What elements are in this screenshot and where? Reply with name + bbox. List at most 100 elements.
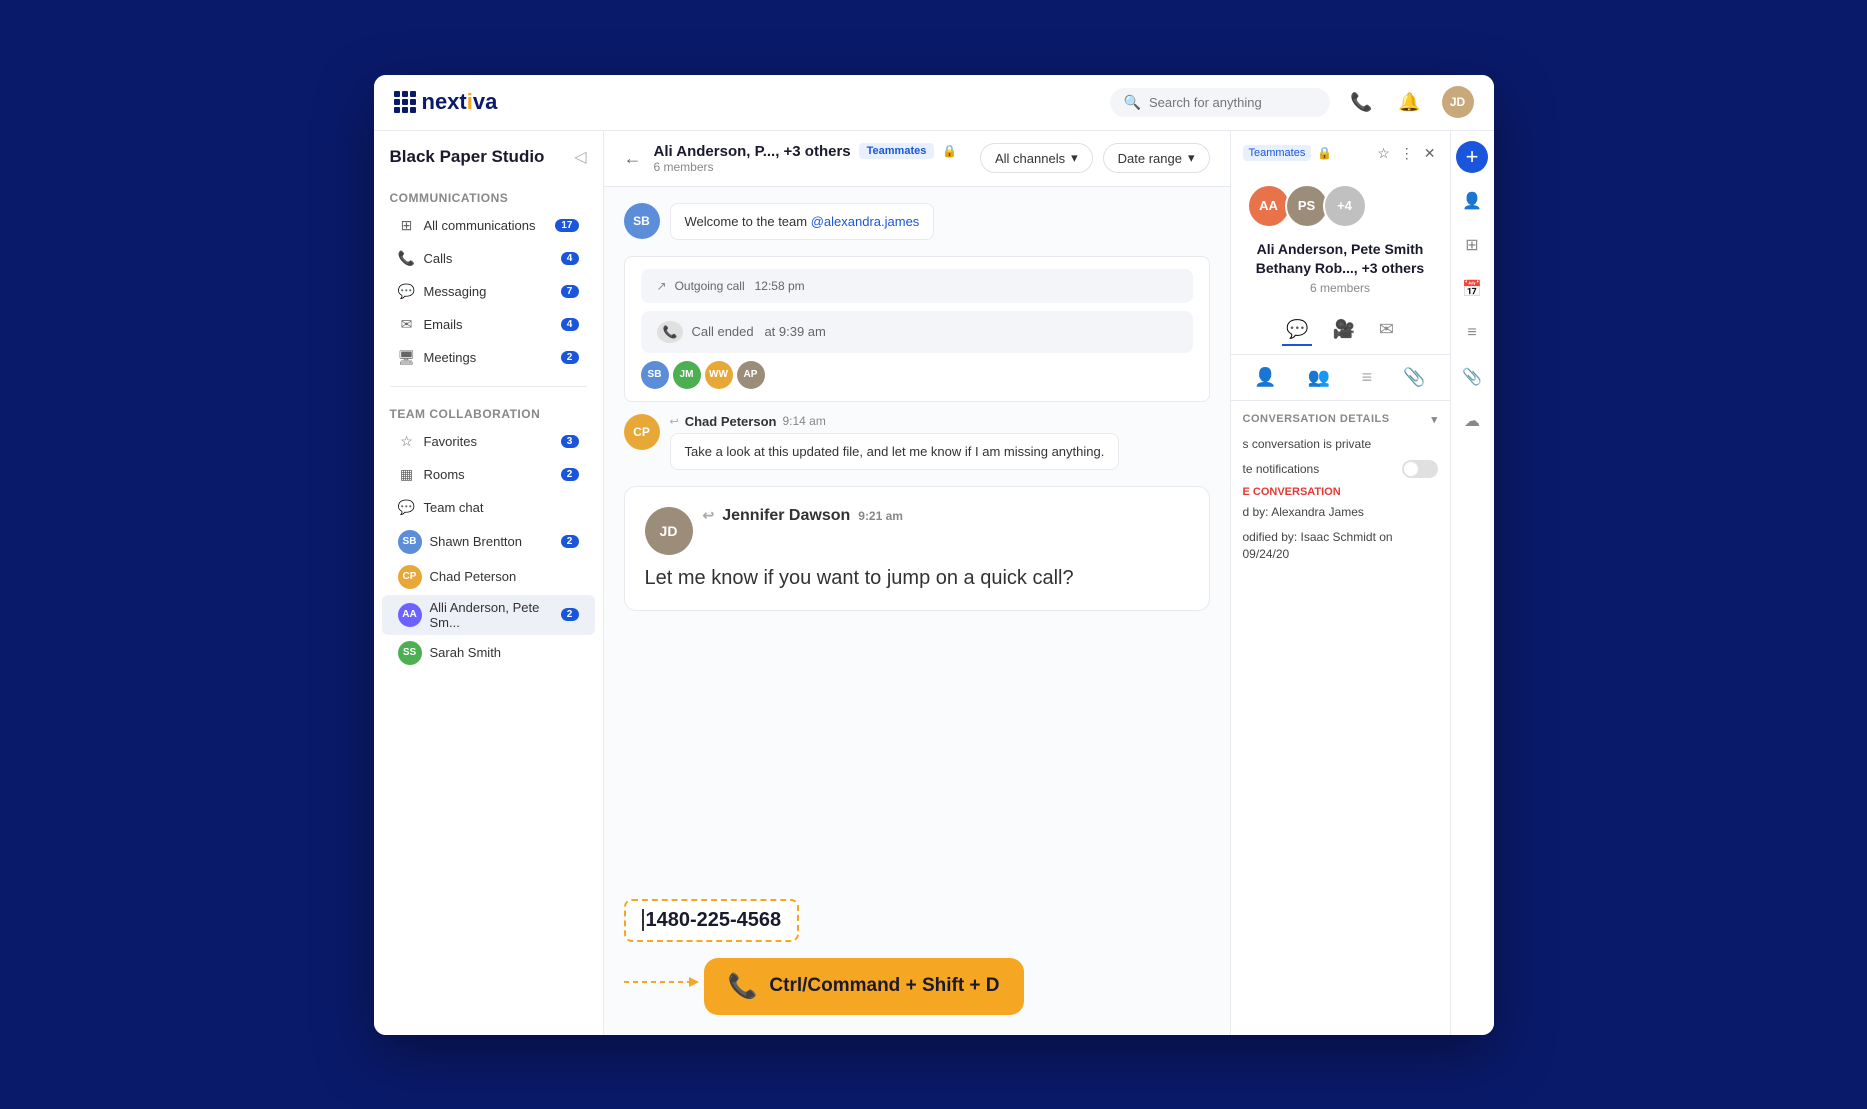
sarah-avatar: SS: [398, 641, 422, 665]
add-button[interactable]: +: [1456, 141, 1488, 173]
notifications-button[interactable]: 🔔: [1394, 86, 1426, 118]
sidebar-item-calls[interactable]: 📞 Calls 4: [382, 243, 595, 275]
sidebar-item-messaging[interactable]: 💬 Messaging 7: [382, 276, 595, 308]
calls-badge: 4: [561, 252, 579, 265]
all-channels-filter[interactable]: All channels ▾: [980, 143, 1093, 173]
participant-ww: WW: [705, 361, 733, 389]
modified-by: odified by: Isaac Schmidt on 09/24/20: [1243, 529, 1438, 563]
section-tab-people[interactable]: 👤: [1246, 363, 1284, 392]
app-window: nextiva 🔍 📞 🔔 JD Black Paper Studio ◁ Co…: [374, 75, 1494, 1035]
sidebar-item-all-comms[interactable]: ⊞ All communications 17: [382, 210, 595, 242]
meetings-badge: 2: [561, 351, 579, 364]
panel-actions: ☆ ⋮ ✕: [1375, 143, 1437, 164]
chevron-down-icon: ▾: [1071, 150, 1078, 166]
alli-name: Alli Anderson, Pete Sm...: [430, 600, 561, 630]
chat-title: Ali Anderson, P..., +3 others Teammates …: [654, 143, 981, 160]
star-button[interactable]: ☆: [1375, 143, 1392, 164]
notifications-toggle[interactable]: [1402, 460, 1438, 478]
alli-avatar: AA: [398, 603, 422, 627]
phone-shortcut-icon: 📞: [728, 972, 758, 1001]
far-grid-icon[interactable]: ⊞: [1456, 229, 1488, 261]
collapse-icon[interactable]: ◁: [574, 147, 586, 167]
logo-text: nextiva: [422, 89, 498, 115]
date-range-filter[interactable]: Date range ▾: [1103, 143, 1210, 173]
grid-icon[interactable]: [394, 91, 416, 113]
calls-label: Calls: [424, 251, 561, 266]
more-button[interactable]: ⋮: [1398, 143, 1416, 164]
search-box[interactable]: 🔍: [1110, 88, 1330, 117]
sidebar-item-rooms[interactable]: ▦ Rooms 2: [382, 459, 595, 491]
panel-tab-video[interactable]: 🎥: [1328, 315, 1358, 346]
phone-number-box[interactable]: 1480-225-4568: [624, 899, 800, 942]
all-comms-label: All communications: [424, 218, 556, 233]
members-avatars: AA PS +4: [1231, 172, 1450, 240]
sidebar-item-emails[interactable]: ✉ Emails 4: [382, 309, 595, 341]
far-paperclip-icon[interactable]: 📎: [1456, 361, 1488, 393]
phone-nav-button[interactable]: 📞: [1346, 86, 1378, 118]
jennifer-meta: ↩ Jennifer Dawson 9:21 am: [703, 507, 903, 525]
favorites-icon: ☆: [398, 433, 416, 451]
far-list-icon[interactable]: ≡: [1456, 317, 1488, 349]
panel-tag: Teammates: [1243, 145, 1312, 161]
action-label: E CONVERSATION: [1243, 486, 1438, 498]
reply-icon: ↩: [670, 415, 679, 428]
calls-icon: 📞: [398, 250, 416, 268]
msg-meta-chad: ↩ Chad Peterson 9:14 am: [670, 414, 1210, 429]
nav-icons: 📞 🔔 JD: [1346, 86, 1474, 118]
rooms-badge: 2: [561, 468, 579, 481]
far-right-panel: + 👤 ⊞ 📅 ≡ 📎 ☁: [1450, 131, 1494, 1035]
emails-icon: ✉: [398, 316, 416, 334]
user-avatar[interactable]: JD: [1442, 86, 1474, 118]
chat-item-chad[interactable]: CP Chad Peterson: [382, 560, 595, 594]
far-calendar-icon[interactable]: 📅: [1456, 273, 1488, 305]
panel-tab-chat[interactable]: 💬: [1282, 315, 1312, 346]
conv-details-title: CONVERSATION DETAILS ▾: [1243, 413, 1438, 426]
participant-sb: SB: [641, 361, 669, 389]
rooms-label: Rooms: [424, 467, 561, 482]
member-avatar-extra: +4: [1323, 184, 1367, 228]
section-team-collaboration: Team collaboration: [374, 399, 603, 425]
panel-tabs: 💬 🎥 ✉: [1231, 307, 1450, 355]
emails-label: Emails: [424, 317, 561, 332]
section-tab-attach[interactable]: 📎: [1395, 363, 1433, 392]
section-tab-list[interactable]: ≡: [1354, 363, 1381, 392]
conv-details: CONVERSATION DETAILS ▾ s conversation is…: [1231, 401, 1450, 583]
workspace-name: Black Paper Studio: [390, 147, 545, 167]
phone-number-text: 1480-225-4568: [646, 909, 782, 932]
close-panel-button[interactable]: ✕: [1422, 143, 1438, 164]
section-tab-group[interactable]: 👥: [1300, 363, 1338, 392]
far-cloud-icon[interactable]: ☁: [1456, 405, 1488, 437]
panel-tab-msg[interactable]: ✉: [1375, 315, 1398, 346]
chat-messages: SB Welcome to the team @alexandra.james …: [604, 187, 1230, 889]
message-row-chad: CP ↩ Chad Peterson 9:14 am Take a look a…: [624, 414, 1210, 470]
jennifer-msg-header: JD ↩ Jennifer Dawson 9:21 am: [645, 507, 1189, 555]
sidebar-item-favorites[interactable]: ☆ Favorites 3: [382, 426, 595, 458]
member-avatar-aa: AA: [1247, 184, 1291, 228]
teammates-tag: Teammates: [859, 143, 935, 159]
far-person-icon[interactable]: 👤: [1456, 185, 1488, 217]
main-body: Black Paper Studio ◁ Communications ⊞ Al…: [374, 131, 1494, 1035]
sarah-name: Sarah Smith: [430, 645, 579, 660]
outgoing-icon: ↗: [657, 279, 667, 293]
outgoing-call-area: ↗ Outgoing call 12:58 pm 📞 Call ended at…: [624, 256, 1210, 402]
msg-sender-chad: Chad Peterson: [685, 414, 777, 429]
mention-alexandra: @alexandra.james: [811, 214, 920, 229]
sidebar-item-meetings[interactable]: 🖥 Meetings 2: [382, 342, 595, 374]
members-count: 6 members: [654, 160, 981, 174]
created-by: d by: Alexandra James: [1243, 504, 1438, 521]
msg-bubble-chad: Take a look at this updated file, and le…: [670, 433, 1120, 470]
shawn-avatar: SB: [398, 530, 422, 554]
chat-header-actions: All channels ▾ Date range ▾: [980, 143, 1210, 173]
alli-badge: 2: [561, 608, 579, 621]
back-button[interactable]: ←: [624, 148, 642, 169]
chat-item-shawn[interactable]: SB Shawn Brentton 2: [382, 525, 595, 559]
private-label: s conversation is private: [1243, 436, 1438, 453]
shortcut-text: Ctrl/Command + Shift + D: [769, 975, 999, 997]
sidebar-item-teamchat[interactable]: 💬 Team chat: [382, 492, 595, 524]
chat-item-sarah[interactable]: SS Sarah Smith: [382, 636, 595, 670]
dashed-arrow-svg: [624, 967, 704, 997]
members-names-line2: Bethany Rob..., +3 others: [1247, 259, 1434, 279]
search-input[interactable]: [1149, 95, 1316, 110]
notifications-label: te notifications: [1243, 461, 1320, 478]
chat-item-alli[interactable]: AA Alli Anderson, Pete Sm... 2: [382, 595, 595, 635]
